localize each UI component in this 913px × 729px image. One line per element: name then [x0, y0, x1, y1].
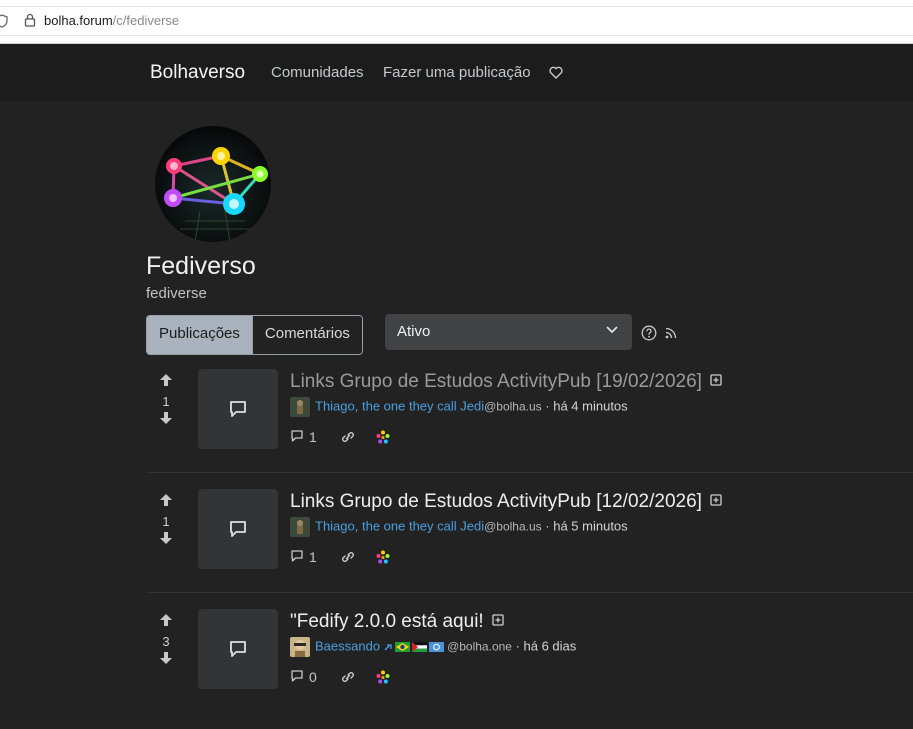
expand-icon[interactable]	[710, 494, 722, 506]
post-meta: Thiago, the one they call Jedi@bolha.us …	[290, 517, 628, 537]
tab-comments[interactable]: Comentários	[251, 316, 362, 354]
downvote-icon[interactable]	[158, 531, 174, 545]
listing-type-tabs: Publicações Comentários	[146, 315, 363, 355]
post-title-text[interactable]: Links Grupo de Estudos ActivityPub [19/0…	[290, 371, 702, 392]
post-thumbnail[interactable]	[198, 609, 278, 689]
lock-icon[interactable]	[24, 13, 36, 27]
post-thumbnail[interactable]	[198, 369, 278, 449]
upvote-icon[interactable]	[158, 613, 174, 627]
post-score: 1	[162, 394, 170, 409]
post-listing: 1 Links Grupo de Estudos ActivityPub [12…	[146, 489, 913, 609]
url-host: bolha.forum	[44, 13, 113, 28]
community-title: Fediverso	[146, 252, 256, 280]
upvote-icon[interactable]	[158, 493, 174, 507]
tab-posts[interactable]: Publicações	[147, 316, 252, 354]
post-author[interactable]: Baessando	[315, 638, 380, 653]
chevron-down-icon	[606, 326, 618, 334]
comment-bubble-icon	[230, 641, 246, 657]
fediverse-icon[interactable]	[376, 430, 390, 444]
comment-bubble-icon	[230, 521, 246, 537]
post-author[interactable]: Thiago, the one they call Jedi	[315, 398, 484, 413]
flag-icons	[384, 642, 445, 652]
community-avatar	[155, 126, 271, 242]
post-score: 1	[162, 514, 170, 529]
vote-controls: 1	[156, 373, 176, 430]
comment-count[interactable]: 1	[309, 429, 317, 445]
link-icon[interactable]	[340, 550, 356, 564]
nav-link-communities[interactable]: Comunidades	[271, 64, 364, 81]
post-thumbnail[interactable]	[198, 489, 278, 569]
post-time: · há 6 dias	[511, 638, 577, 654]
upvote-icon[interactable]	[158, 373, 174, 387]
sort-selected-value: Ativo	[397, 323, 431, 340]
rss-icon[interactable]	[665, 327, 677, 339]
heart-icon[interactable]	[549, 66, 563, 79]
vote-controls: 3	[156, 613, 176, 670]
brand-link[interactable]: Bolhaverso	[150, 62, 245, 84]
link-icon[interactable]	[340, 670, 356, 684]
url-path: /c/fediverse	[112, 13, 180, 28]
expand-icon[interactable]	[492, 614, 504, 626]
post-title[interactable]: "Fedify 2.0.0 está aqui!	[290, 611, 504, 633]
help-icon[interactable]	[641, 325, 657, 341]
site-navbar: Bolhaverso Comunidades Fazer uma publica…	[0, 44, 913, 101]
comments-icon[interactable]	[290, 549, 304, 563]
community-name: fediverse	[146, 285, 207, 302]
address-field[interactable]: bolha.forum/c/fediverse	[0, 6, 913, 36]
post-time: · há 4 minutos	[541, 398, 628, 414]
post-actions: 1	[290, 549, 390, 566]
browser-url-bar: bolha.forum/c/fediverse	[0, 0, 913, 44]
comment-count[interactable]: 0	[309, 669, 317, 685]
post-title-text[interactable]: Links Grupo de Estudos ActivityPub [12/0…	[290, 491, 702, 512]
fediverse-icon[interactable]	[376, 550, 390, 564]
expand-icon[interactable]	[710, 374, 722, 386]
comments-icon[interactable]	[290, 669, 304, 683]
post-title[interactable]: Links Grupo de Estudos ActivityPub [12/0…	[290, 491, 722, 513]
post-divider	[146, 472, 913, 473]
post-divider	[146, 592, 913, 593]
post-listing: 3 "Fedify 2.0.0 está aqui! Baessando @bo…	[146, 609, 913, 729]
post-title[interactable]: Links Grupo de Estudos ActivityPub [19/0…	[290, 371, 722, 393]
downvote-icon[interactable]	[158, 651, 174, 665]
user-avatar[interactable]	[290, 517, 310, 537]
post-listing: 1 Links Grupo de Estudos ActivityPub [19…	[146, 369, 913, 489]
post-meta: Baessando @bolha.one · há 6 dias	[290, 637, 576, 657]
comment-count[interactable]: 1	[309, 549, 317, 565]
fediverse-logo-icon	[155, 126, 271, 242]
post-title-text[interactable]: "Fedify 2.0.0 está aqui!	[290, 611, 484, 632]
author-instance: @bolha.us	[484, 519, 542, 534]
comment-bubble-icon	[230, 401, 246, 417]
author-instance: @bolha.one	[447, 639, 512, 654]
nav-link-create-post[interactable]: Fazer uma publicação	[383, 64, 531, 81]
downvote-icon[interactable]	[158, 411, 174, 425]
url-text[interactable]: bolha.forum/c/fediverse	[44, 13, 179, 28]
comments-icon[interactable]	[290, 429, 304, 443]
post-score: 3	[162, 634, 170, 649]
user-avatar[interactable]	[290, 397, 310, 417]
post-actions: 0	[290, 669, 390, 686]
shield-icon[interactable]	[0, 14, 8, 28]
post-time: · há 5 minutos	[541, 518, 628, 534]
vote-controls: 1	[156, 493, 176, 550]
post-author[interactable]: Thiago, the one they call Jedi	[315, 518, 484, 533]
post-meta: Thiago, the one they call Jedi@bolha.us …	[290, 397, 628, 417]
user-avatar[interactable]	[290, 637, 310, 657]
post-actions: 1	[290, 429, 390, 446]
author-instance: @bolha.us	[484, 399, 542, 414]
link-icon[interactable]	[340, 430, 356, 444]
sort-select[interactable]: Ativo	[385, 314, 632, 350]
fediverse-icon[interactable]	[376, 670, 390, 684]
